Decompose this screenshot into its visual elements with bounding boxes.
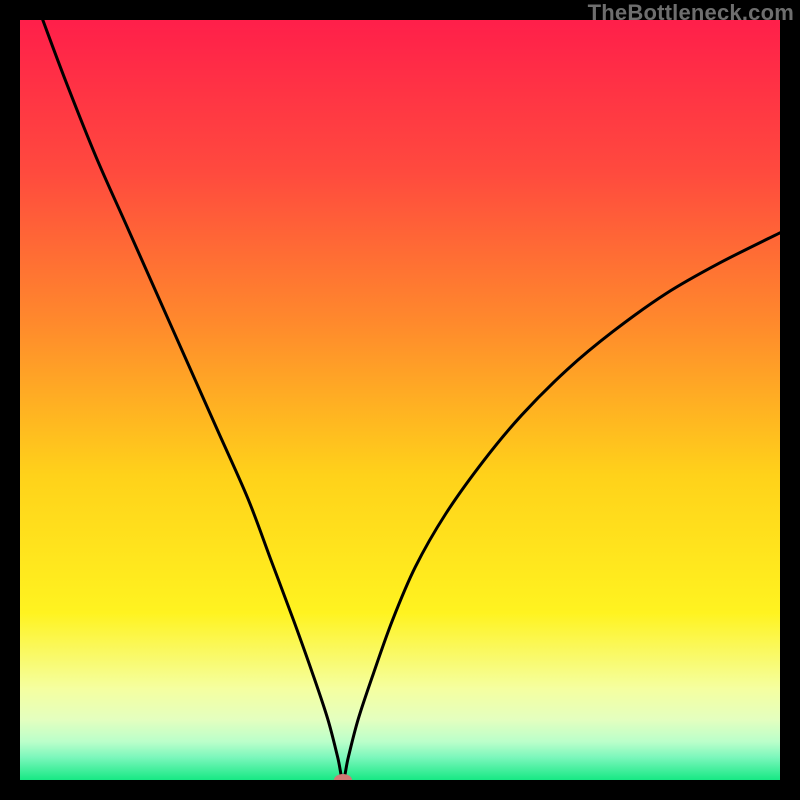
bottleneck-curve	[20, 20, 780, 780]
optimal-point-marker	[334, 774, 352, 780]
chart-frame: TheBottleneck.com	[0, 0, 800, 800]
plot-area	[20, 20, 780, 780]
